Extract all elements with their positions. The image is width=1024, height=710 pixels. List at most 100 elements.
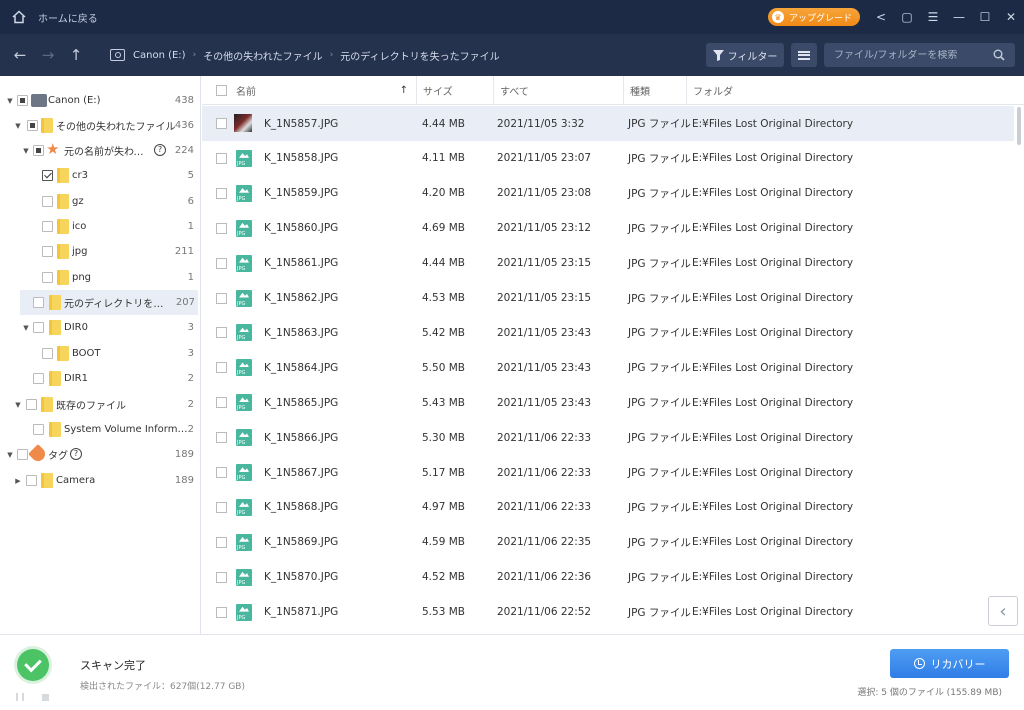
row-checkbox[interactable] (216, 257, 227, 269)
column-header-name[interactable]: 名前 ↑ (230, 76, 416, 105)
tree-checkbox[interactable] (27, 120, 38, 131)
column-header-date[interactable]: すべて (493, 76, 623, 105)
filter-button[interactable]: フィルター (706, 43, 784, 67)
table-row[interactable]: K_1N5862.JPG 4.53 MB 2021/11/05 23:15 JPG フ… (202, 281, 1014, 316)
tree-item-camera[interactable]: ▶ Camera 189 (0, 468, 200, 493)
tree-checkbox[interactable] (42, 348, 53, 359)
breadcrumb-item-lost-dir[interactable]: 元のディレクトリを失ったファイル (340, 48, 499, 63)
tree-checkbox[interactable] (17, 449, 28, 460)
table-row[interactable]: K_1N5863.JPG 5.42 MB 2021/11/05 23:43 JPG フ… (202, 315, 1014, 350)
expand-arrow-icon[interactable]: ▼ (6, 97, 14, 105)
close-icon[interactable]: ✕ (998, 0, 1024, 34)
tree-item-gz[interactable]: gz 6 (0, 189, 200, 214)
tree-checkbox[interactable] (33, 297, 44, 308)
select-all-checkbox[interactable] (216, 85, 227, 96)
menu-icon[interactable]: ☰ (920, 0, 946, 34)
view-menu-button[interactable] (791, 43, 817, 67)
tree-checkbox[interactable] (26, 399, 37, 410)
tree-item-system-volume[interactable]: System Volume Inform… 2 (0, 417, 200, 442)
preview-panel-toggle-icon[interactable]: ‹ (988, 596, 1018, 626)
tree-item-png[interactable]: png 1 (0, 265, 200, 290)
column-header-folder[interactable]: フォルダ (686, 76, 1024, 105)
tree-item-dir-lost[interactable]: 元のディレクトリを失った… 207 (20, 290, 198, 315)
tree-checkbox[interactable] (42, 272, 53, 283)
row-checkbox[interactable] (216, 501, 227, 513)
help-icon[interactable]: ? (70, 448, 82, 460)
tree-item-tags[interactable]: ▼ タグ ? 189 (0, 442, 200, 467)
expand-arrow-icon[interactable]: ▼ (14, 401, 22, 409)
maximize-icon[interactable]: ☐ (972, 0, 998, 34)
vertical-scrollbar[interactable] (1017, 107, 1021, 145)
expand-arrow-icon[interactable]: ▼ (22, 147, 30, 155)
up-arrow-icon[interactable]: ↑ (62, 46, 90, 64)
expand-arrow-icon[interactable]: ▼ (14, 122, 22, 130)
table-row[interactable]: K_1N5859.JPG 4.20 MB 2021/11/05 23:08 JPG フ… (202, 176, 1014, 211)
table-row[interactable]: K_1N5870.JPG 4.52 MB 2021/11/06 22:36 JPG フ… (202, 560, 1014, 595)
tree-checkbox[interactable] (33, 373, 44, 384)
row-checkbox[interactable] (216, 397, 227, 409)
row-checkbox[interactable] (216, 571, 227, 583)
table-row[interactable]: K_1N5857.JPG 4.44 MB 2021/11/05 3:32 JPG ファ… (202, 106, 1014, 141)
tree-item-ico[interactable]: ico 1 (0, 214, 200, 239)
row-checkbox[interactable] (216, 467, 227, 478)
row-checkbox[interactable] (216, 432, 227, 444)
feedback-icon[interactable]: ▢ (894, 0, 920, 34)
tree-item-jpg[interactable]: jpg 211 (0, 239, 200, 264)
table-row[interactable]: K_1N5860.JPG 4.69 MB 2021/11/05 23:12 JPG フ… (202, 211, 1014, 246)
row-checkbox[interactable] (216, 362, 227, 374)
back-arrow-icon[interactable]: ← (6, 46, 34, 64)
row-checkbox[interactable] (216, 222, 227, 234)
tree-item-dir1[interactable]: DIR1 2 (0, 366, 200, 391)
tree-item-other-lost-files[interactable]: ▼ その他の失われたファイル 436 (0, 113, 200, 138)
pause-icon[interactable] (16, 693, 24, 701)
row-checkbox[interactable] (216, 536, 227, 548)
tree-item-drive[interactable]: ▼ Canon (E:) 438 (0, 88, 200, 113)
table-row[interactable]: K_1N5865.JPG 5.43 MB 2021/11/05 23:43 JPG フ… (202, 385, 1014, 420)
table-row[interactable]: K_1N5866.JPG 5.30 MB 2021/11/06 22:33 JPG フ… (202, 420, 1014, 455)
tree-checkbox[interactable] (42, 246, 53, 257)
tree-checkbox[interactable] (42, 196, 53, 207)
row-checkbox[interactable] (216, 606, 227, 618)
table-row[interactable]: K_1N5864.JPG 5.50 MB 2021/11/05 23:43 JPG フ… (202, 350, 1014, 385)
tree-checkbox[interactable] (33, 322, 44, 333)
tree-item-name-lost[interactable]: ▼ ★ 元の名前が失われ… ? 224 (0, 138, 200, 163)
table-row[interactable]: K_1N5868.JPG 4.97 MB 2021/11/06 22:33 JPG フ… (202, 490, 1014, 525)
column-header-type[interactable]: 種類 (623, 76, 686, 105)
table-row[interactable]: K_1N5869.JPG 4.59 MB 2021/11/06 22:35 JPG フ… (202, 525, 1014, 560)
row-checkbox[interactable] (216, 187, 227, 199)
search-input[interactable] (834, 49, 984, 61)
row-checkbox[interactable] (216, 327, 227, 339)
tree-checkbox[interactable] (17, 95, 28, 106)
table-row[interactable]: K_1N5861.JPG 4.44 MB 2021/11/05 23:15 JPG フ… (202, 246, 1014, 281)
tree-item-boot[interactable]: BOOT 3 (0, 341, 200, 366)
table-row[interactable]: K_1N5871.JPG 5.53 MB 2021/11/06 22:52 JPG フ… (202, 595, 1014, 630)
stop-icon[interactable] (42, 694, 49, 701)
expand-arrow-icon[interactable]: ▼ (22, 324, 30, 332)
tree-item-cr3[interactable]: cr3 5 (0, 163, 200, 188)
search-icon[interactable] (993, 49, 1005, 61)
collapse-arrow-icon[interactable]: ▶ (14, 477, 22, 485)
tree-checkbox[interactable] (42, 221, 53, 232)
tree-checkbox[interactable] (33, 424, 44, 435)
tree-item-existing-files[interactable]: ▼ 既存のファイル 2 (0, 392, 200, 417)
upgrade-button[interactable]: ♛ アップグレード (767, 8, 860, 26)
recover-button[interactable]: リカバリー (890, 649, 1009, 678)
tree-checkbox[interactable] (42, 170, 53, 181)
help-icon[interactable]: ? (154, 144, 166, 156)
breadcrumb-item-drive[interactable]: Canon (E:) (133, 50, 186, 61)
minimize-icon[interactable]: — (946, 0, 972, 34)
tree-checkbox[interactable] (26, 475, 37, 486)
column-header-size[interactable]: サイズ (416, 76, 493, 105)
table-row[interactable]: K_1N5867.JPG 5.17 MB 2021/11/06 22:33 JPG フ… (202, 455, 1014, 490)
breadcrumb-item-lost-files[interactable]: その他の失われたファイル (203, 48, 323, 63)
row-checkbox[interactable] (216, 118, 227, 129)
expand-arrow-icon[interactable]: ▼ (6, 451, 14, 459)
row-checkbox[interactable] (216, 292, 227, 304)
table-row[interactable]: K_1N5858.JPG 4.11 MB 2021/11/05 23:07 JPG フ… (202, 141, 1014, 176)
share-icon[interactable]: < (868, 0, 894, 34)
tree-item-dir0[interactable]: ▼ DIR0 3 (0, 315, 200, 340)
tree-checkbox[interactable] (33, 145, 44, 156)
home-button[interactable]: ホームに戻る (12, 10, 98, 25)
forward-arrow-icon[interactable]: → (34, 46, 62, 64)
row-checkbox[interactable] (216, 152, 227, 164)
